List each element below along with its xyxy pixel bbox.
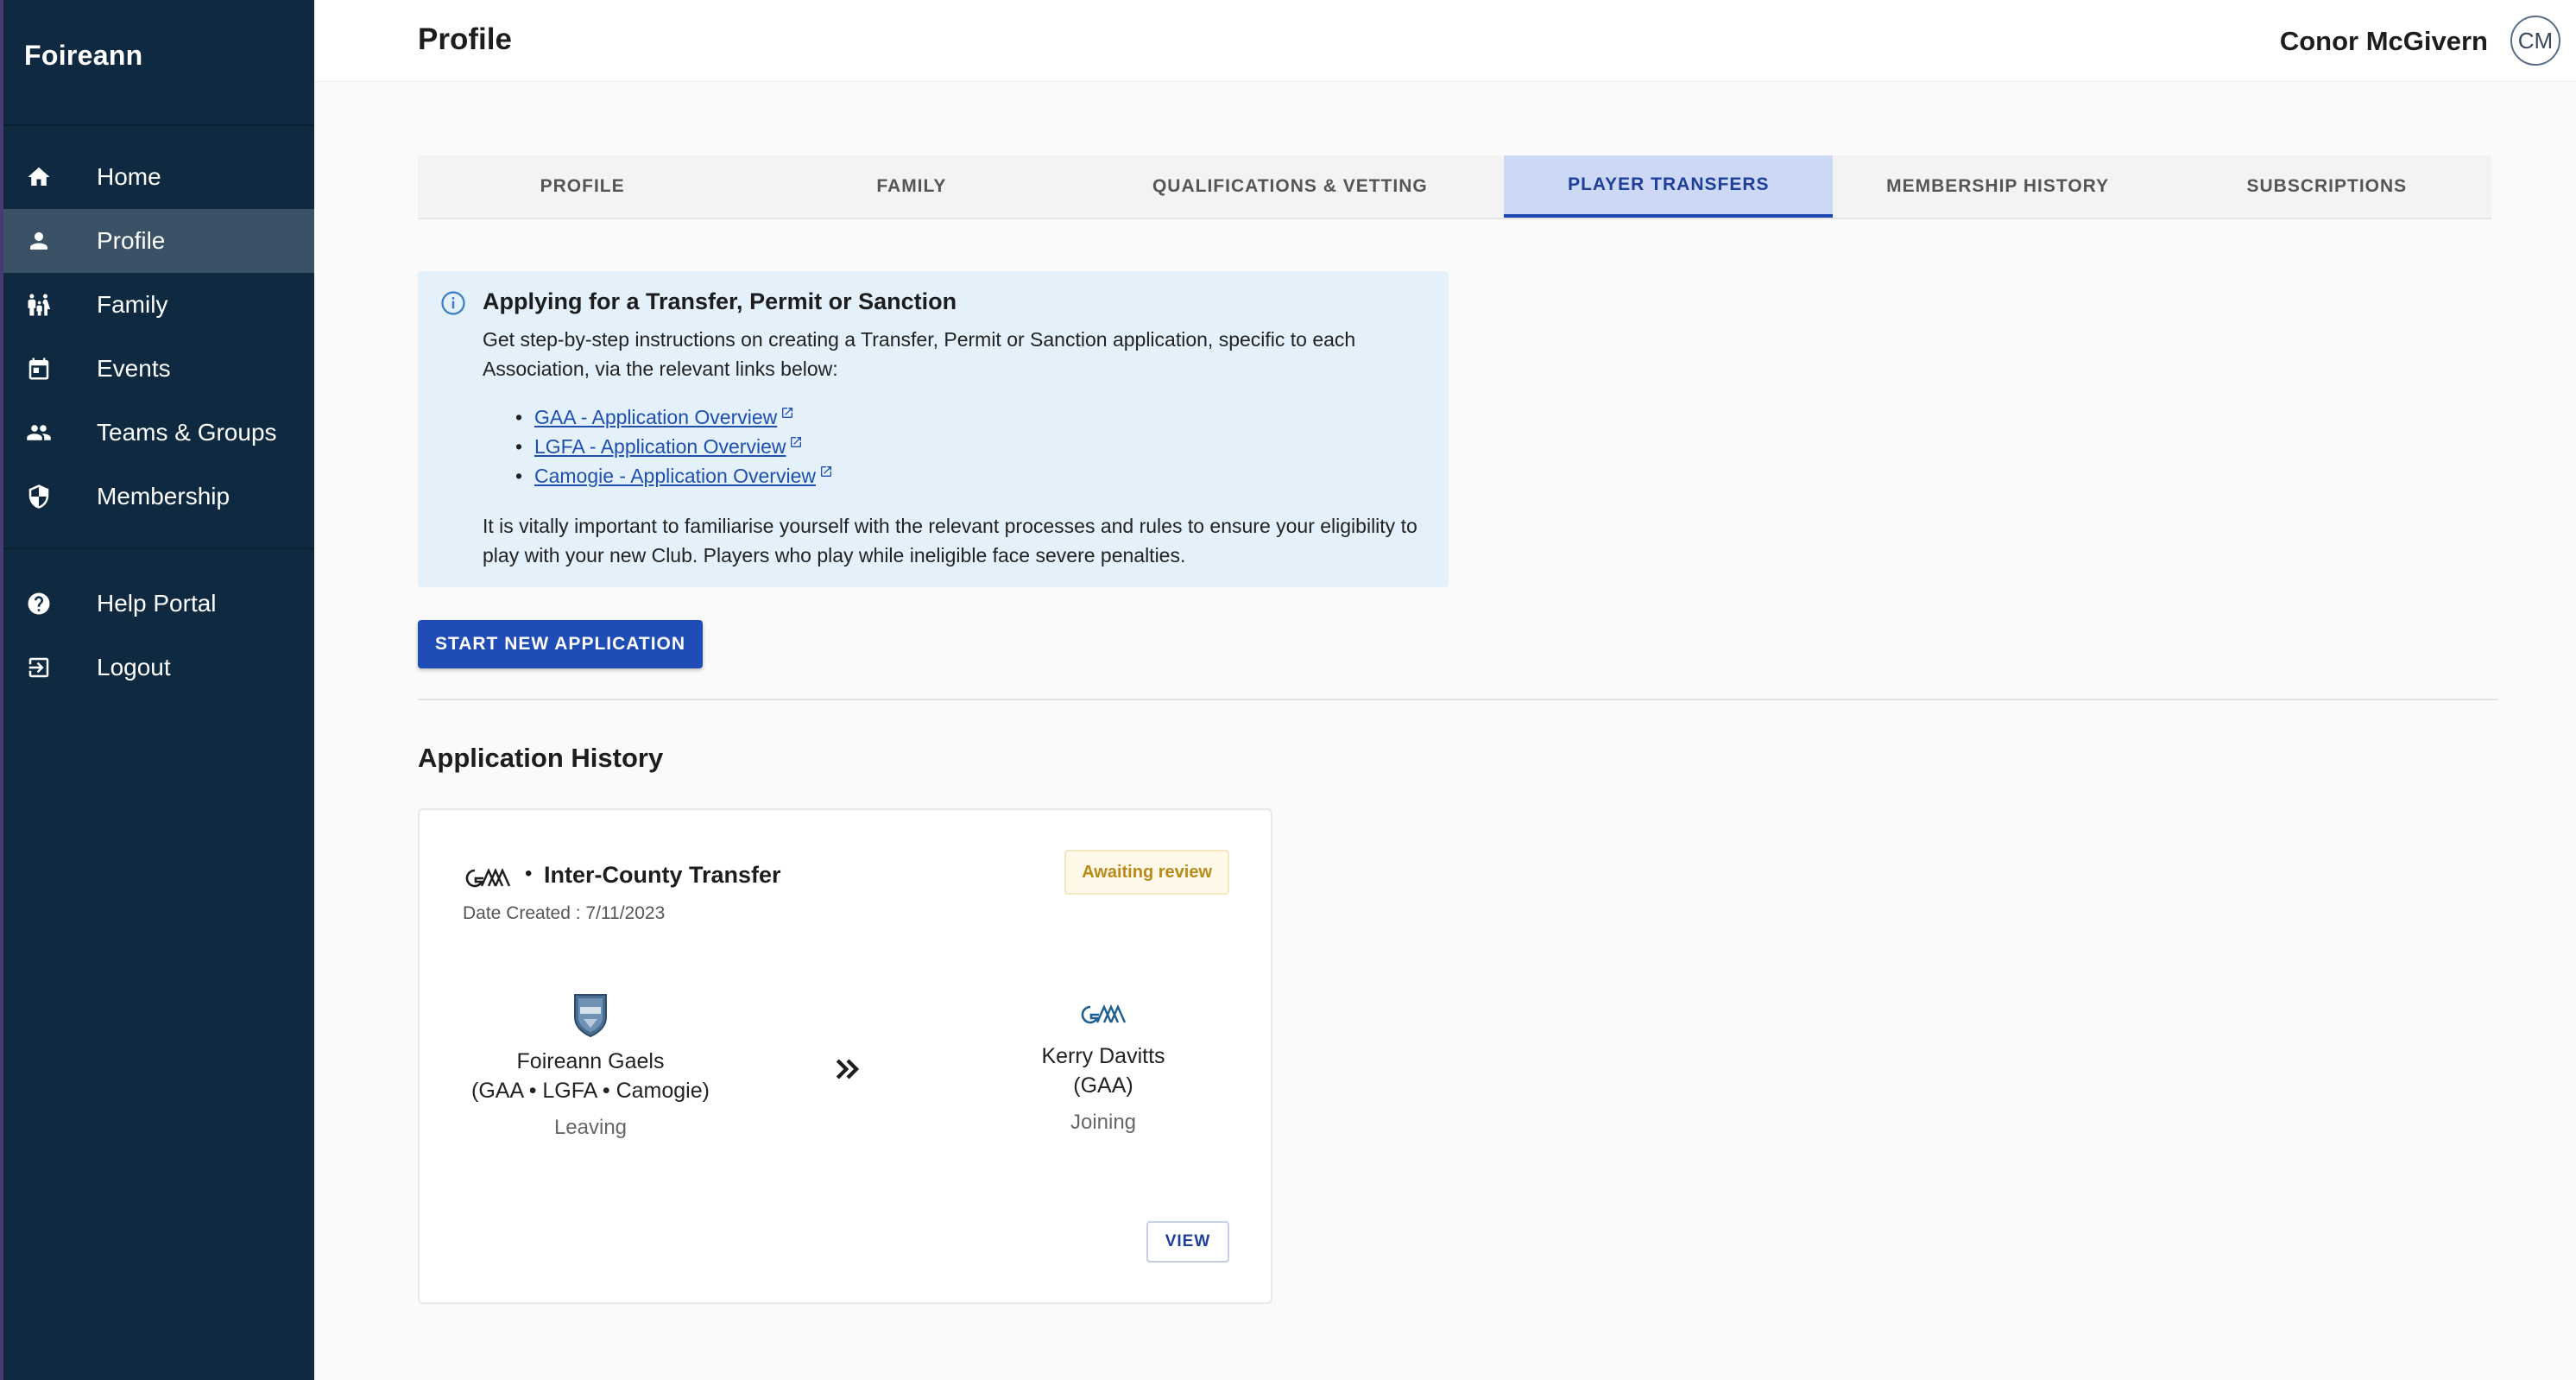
sidebar-item-label: Profile — [97, 227, 166, 254]
logout-icon — [26, 655, 52, 681]
external-link-icon — [782, 408, 793, 418]
shield-icon — [26, 484, 52, 510]
tab-profile[interactable]: PROFILE — [418, 155, 747, 218]
gaa-logo-icon — [465, 868, 511, 888]
calendar-icon — [26, 356, 52, 382]
page-title: Profile — [418, 22, 512, 56]
sidebar-item-logout[interactable]: Logout — [3, 636, 314, 699]
sidebar-item-family[interactable]: Family — [3, 273, 314, 337]
club-status: Joining — [1070, 1111, 1137, 1134]
info-links: GAA - Application Overview LGFA - Applic… — [483, 402, 833, 491]
external-link-icon — [820, 466, 831, 477]
status-badge: Awaiting review — [1064, 850, 1229, 895]
section-divider — [418, 699, 2498, 700]
club-name: Foireann Gaels — [516, 1049, 665, 1073]
info-note: It is vitally important to familiarise y… — [483, 515, 1417, 567]
sidebar-divider — [3, 548, 314, 549]
info-icon — [441, 291, 465, 315]
tab-membership-history[interactable]: MEMBERSHIP HISTORY — [1833, 155, 2162, 218]
info-title: Applying for a Transfer, Permit or Sanct… — [483, 288, 957, 314]
transfer-info-alert: Applying for a Transfer, Permit or Sanct… — [418, 271, 1449, 587]
home-icon — [26, 164, 52, 190]
sidebar-item-home[interactable]: Home — [3, 145, 314, 209]
joining-club: Kerry Davitts (GAA) Joining — [957, 1003, 1250, 1135]
list-item: GAA - Application Overview — [483, 402, 833, 432]
sidebar-item-membership[interactable]: Membership — [3, 465, 314, 529]
profile-tabs: PROFILE FAMILY QUALIFICATIONS & VETTING … — [418, 155, 2491, 219]
title-separator: • — [525, 862, 533, 885]
brand-logo[interactable]: Foireann — [24, 40, 143, 72]
info-intro: Get step-by-step instructions on creatin… — [483, 328, 1356, 380]
sidebar-item-label: Teams & Groups — [97, 419, 277, 446]
sidebar-item-label: Home — [97, 163, 161, 190]
tab-subscriptions[interactable]: SUBSCRIPTIONS — [2162, 155, 2491, 218]
application-card: • Inter-County Transfer Date Created : 7… — [418, 808, 1272, 1304]
date-created: Date Created : 7/11/2023 — [463, 903, 666, 923]
club-name: Kerry Davitts — [1041, 1044, 1165, 1068]
double-chevron-right-icon — [836, 1059, 860, 1079]
user-name[interactable]: Conor McGivern — [2280, 26, 2488, 57]
sidebar-nav: Home Profile Family Events Teams & Group… — [3, 145, 314, 529]
help-icon — [26, 591, 52, 617]
sidebar-item-label: Family — [97, 291, 168, 318]
avatar[interactable]: CM — [2510, 16, 2560, 66]
gaa-logo-icon — [1081, 1004, 1127, 1024]
lgfa-overview-link[interactable]: LGFA - Application Overview — [534, 435, 786, 458]
tab-player-transfers[interactable]: PLAYER TRANSFERS — [1504, 155, 1834, 218]
top-bar: Profile Conor McGivern CM — [314, 0, 2576, 82]
tab-qualifications-vetting[interactable]: QUALIFICATIONS & VETTING — [1076, 155, 1505, 218]
sidebar-item-label: Events — [97, 355, 171, 382]
family-icon — [26, 292, 52, 318]
club-status: Leaving — [553, 1116, 628, 1139]
camogie-overview-link[interactable]: Camogie - Application Overview — [534, 465, 816, 487]
view-application-button[interactable]: VIEW — [1146, 1221, 1229, 1263]
club-associations: (GAA • LGFA • Camogie) — [471, 1079, 710, 1103]
sidebar-item-help-portal[interactable]: Help Portal — [3, 572, 314, 636]
person-icon — [26, 228, 52, 254]
list-item: LGFA - Application Overview — [483, 432, 833, 461]
external-link-icon — [791, 437, 802, 447]
club-crest-icon — [574, 994, 607, 1038]
application-history-title: Application History — [418, 743, 664, 773]
sidebar-divider — [3, 124, 314, 126]
sidebar-item-events[interactable]: Events — [3, 337, 314, 401]
sidebar-item-label: Logout — [97, 654, 171, 681]
application-type: Inter-County Transfer — [544, 862, 781, 888]
sidebar-item-label: Membership — [97, 483, 230, 510]
leaving-club: Foireann Gaels (GAA • LGFA • Camogie) Le… — [444, 991, 737, 1140]
sidebar-item-profile[interactable]: Profile — [3, 209, 314, 273]
sidebar-secondary-nav: Help Portal Logout — [3, 572, 314, 699]
sidebar-item-teams-groups[interactable]: Teams & Groups — [3, 401, 314, 465]
sidebar-item-label: Help Portal — [97, 590, 217, 617]
club-associations: (GAA) — [1073, 1073, 1133, 1098]
tab-family[interactable]: FAMILY — [747, 155, 1076, 218]
start-new-application-button[interactable]: START NEW APPLICATION — [418, 620, 703, 668]
list-item: Camogie - Application Overview — [483, 461, 833, 491]
gaa-overview-link[interactable]: GAA - Application Overview — [534, 406, 777, 428]
group-icon — [26, 420, 52, 446]
sidebar: Foireann Home Profile Family Events Team… — [0, 0, 314, 1380]
